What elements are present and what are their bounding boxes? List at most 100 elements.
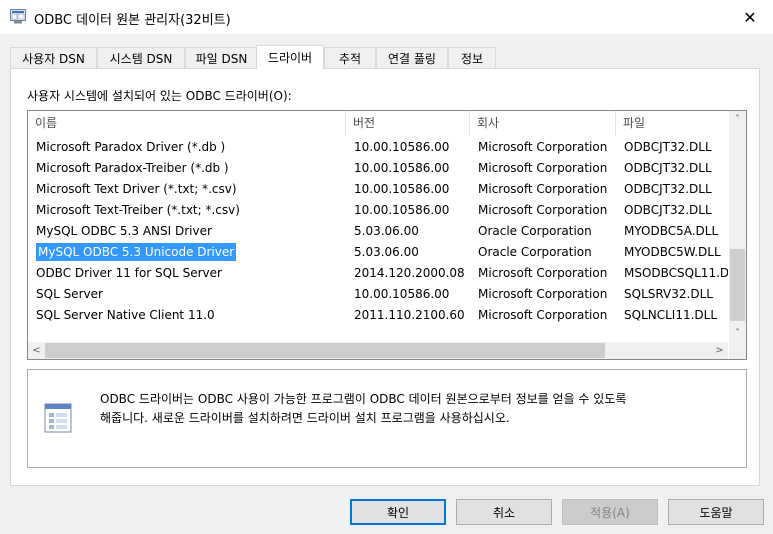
scrollbar-corner [729,342,746,359]
table-cell: ODBCJT32.DLL [616,200,728,221]
table-cell: Microsoft Corporation [470,158,616,179]
table-cell: MYODBC5W.DLL [616,242,728,263]
cell-text: Microsoft Corporation [478,140,608,154]
cell-text: MYODBC5A.DLL [624,224,719,238]
cell-text: Microsoft Corporation [478,266,608,280]
drivers-panel: 사용자 시스템에 설치되어 있는 ODBC 드라이버(O): 이름 버전 회사 … [10,68,760,486]
scroll-up-icon[interactable]: ˄ [729,111,746,128]
table-row[interactable]: Microsoft Paradox Driver (*.db ) 10.00.10… [28,137,728,158]
cell-text: SQL Server Native Client 11.0 [36,308,215,322]
cell-text: ODBCJT32.DLL [624,203,712,217]
table-cell: SQL Server Native Client 11.0 [28,305,346,326]
table-row[interactable]: MySQL ODBC 5.3 Unicode Driver 5.03.06.00 O… [28,242,728,263]
table-cell: Microsoft Corporation [470,263,616,284]
vertical-scrollbar[interactable]: ˄ ˅ [729,111,746,342]
cell-text: 10.00.10586.00 [354,287,450,301]
column-header-name[interactable]: 이름 [28,111,346,136]
cell-text: 2014.120.2000.08 [354,266,465,280]
cell-text: SQL Server [36,287,103,301]
table-cell: MYODBC5A.DLL [616,221,728,242]
cancel-button[interactable]: 취소 [456,499,552,525]
cell-text: 10.00.10586.00 [354,203,450,217]
table-cell: ODBC Driver 11 for SQL Server [28,263,346,284]
table-cell: Microsoft Paradox Driver (*.db ) [28,137,346,158]
table-cell: Oracle Corporation [470,242,616,263]
table-cell: Microsoft Text Driver (*.txt; *.csv) [28,179,346,200]
tab-user-dsn[interactable]: 사용자 DSN [10,47,97,68]
cell-text: Microsoft Corporation [478,203,608,217]
drivers-list[interactable]: 이름 버전 회사 파일 Microsoft Paradox Driver (*.… [27,110,747,360]
ok-button[interactable]: 확인 [350,499,446,525]
table-cell: 10.00.10586.00 [346,284,470,305]
odbc-app-icon [10,9,26,24]
cell-text: ODBCJT32.DLL [624,161,712,175]
column-header-company[interactable]: 회사 [470,111,616,136]
tab-connection-pooling[interactable]: 연결 풀링 [376,47,448,68]
cell-text: Microsoft Paradox Driver (*.db ) [36,140,226,154]
table-cell: Microsoft Text-Treiber (*.txt; *.csv) [28,200,346,221]
scroll-left-icon[interactable]: < [28,342,45,359]
cell-text: 10.00.10586.00 [354,140,450,154]
window-title: ODBC 데이터 원본 관리자(32비트) [34,13,231,28]
horizontal-scroll-thumb[interactable] [45,343,605,358]
table-cell: Microsoft Corporation [470,284,616,305]
apply-button[interactable]: 적용(A) [562,499,658,525]
tab-system-dsn[interactable]: 시스템 DSN [97,47,185,68]
close-button[interactable]: ✕ [727,0,773,34]
table-cell: 10.00.10586.00 [346,137,470,158]
table-row[interactable]: SQL Server Native Client 11.0 2011.110.21… [28,305,728,326]
table-cell: SQLSRV32.DLL [616,284,728,305]
table-row[interactable]: MySQL ODBC 5.3 ANSI Driver 5.03.06.00 Orac… [28,221,728,242]
table-row[interactable]: ODBC Driver 11 for SQL Server 2014.120.20… [28,263,728,284]
table-row[interactable]: Microsoft Text-Treiber (*.txt; *.csv) 10.… [28,200,728,221]
title-bar: ODBC 데이터 원본 관리자(32비트) ✕ [0,0,773,34]
table-row[interactable]: SQL Server 10.00.10586.00 Microsoft Corpor… [28,284,728,305]
table-cell: MySQL ODBC 5.3 Unicode Driver [28,242,346,263]
table-cell: MSODBCSQL11.DLL [616,263,728,284]
table-cell: MySQL ODBC 5.3 ANSI Driver [28,221,346,242]
table-row[interactable]: Microsoft Text Driver (*.txt; *.csv) 10.0… [28,179,728,200]
cell-text: SQLNCLI11.DLL [624,308,718,322]
cell-text: Microsoft Text-Treiber (*.txt; *.csv) [36,203,240,217]
column-header-version[interactable]: 버전 [346,111,470,136]
horizontal-scrollbar[interactable]: < > [28,342,728,359]
tab-strip: 사용자 DSN 시스템 DSN 파일 DSN 드라이버 추적 연결 풀링 정보 [10,45,770,69]
cell-text: Microsoft Corporation [478,182,608,196]
cell-text: MySQL ODBC 5.3 ANSI Driver [36,224,212,238]
table-cell: 5.03.06.00 [346,242,470,263]
list-header: 이름 버전 회사 파일 [28,111,728,136]
database-info-icon [44,403,72,433]
help-button[interactable]: 도움말 [668,499,764,525]
table-cell: 10.00.10586.00 [346,158,470,179]
table-cell: Microsoft Corporation [470,305,616,326]
table-cell: Microsoft Corporation [470,179,616,200]
vertical-scroll-thumb[interactable] [730,249,745,321]
cell-text: Microsoft Corporation [478,287,608,301]
drivers-list-label: 사용자 시스템에 설치되어 있는 ODBC 드라이버(O): [27,89,292,103]
tab-tracing[interactable]: 추적 [324,47,376,68]
cell-text: SQLSRV32.DLL [624,287,713,301]
cell-text: 2011.110.2100.60 [354,308,465,322]
table-row[interactable]: Microsoft Paradox-Treiber (*.db ) 10.00.1… [28,158,728,179]
scroll-right-icon[interactable]: > [711,342,728,359]
cell-text: MYODBC5W.DLL [624,245,721,259]
column-header-file[interactable]: 파일 [616,111,728,136]
cell-text: ODBCJT32.DLL [624,140,712,154]
cell-text: 10.00.10586.00 [354,182,450,196]
table-cell: Microsoft Corporation [470,200,616,221]
scroll-down-icon[interactable]: ˅ [729,325,746,342]
table-cell: 5.03.06.00 [346,221,470,242]
tab-file-dsn[interactable]: 파일 DSN [185,47,258,68]
close-icon: ✕ [743,7,757,27]
table-cell: ODBCJT32.DLL [616,137,728,158]
table-cell: Microsoft Paradox-Treiber (*.db ) [28,158,346,179]
table-cell: ODBCJT32.DLL [616,179,728,200]
table-cell: ODBCJT32.DLL [616,158,728,179]
table-cell: Microsoft Corporation [470,137,616,158]
cell-text: Microsoft Corporation [478,161,608,175]
tab-drivers[interactable]: 드라이버 [256,45,324,69]
tab-about[interactable]: 정보 [448,47,496,68]
cell-text: MSODBCSQL11.DLL [624,266,728,280]
cell-text: Oracle Corporation [478,224,592,238]
cell-text: ODBC Driver 11 for SQL Server [36,266,222,280]
